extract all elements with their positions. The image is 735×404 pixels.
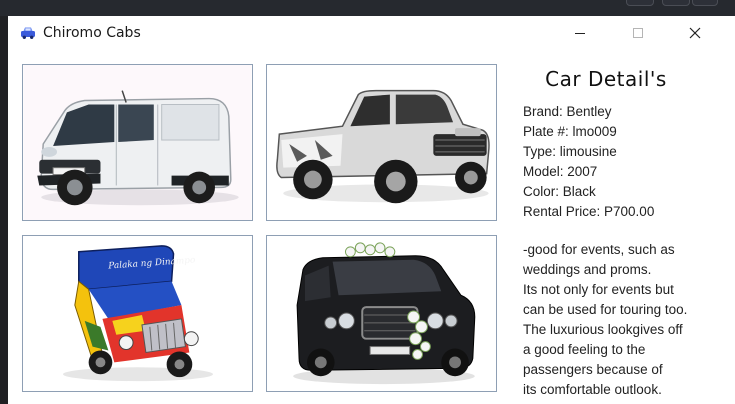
maximize-button[interactable] [615, 16, 661, 50]
pickup-truck-photo[interactable] [266, 64, 497, 221]
maximize-icon [633, 28, 643, 38]
jeepney-photo[interactable]: Palaka ng Dinampo [22, 235, 253, 392]
background-button [662, 0, 690, 6]
description-line: weddings and proms. [523, 262, 652, 277]
car-icon [20, 26, 36, 40]
description-line: a good feeling to the [523, 342, 646, 357]
description-line: its comfortable outlook. [523, 382, 662, 397]
limousine-icon [267, 236, 496, 391]
pickup-truck-icon [267, 65, 496, 220]
close-button[interactable] [672, 16, 718, 50]
color-label: Color: Black [523, 184, 596, 199]
background-button [692, 0, 718, 6]
description-line: The luxurious lookgives off [523, 322, 683, 337]
background-button [626, 0, 654, 6]
description-line: passengers because of [523, 362, 663, 377]
model-label: Model: 2007 [523, 164, 598, 179]
rental-price-label: Rental Price: P700.00 [523, 204, 655, 219]
window-title: Chiromo Cabs [43, 25, 141, 41]
details-title: Car Detail's [545, 67, 667, 91]
van-photo[interactable] [22, 64, 253, 221]
brand-label: Brand: Bentley [523, 104, 612, 119]
description-line: Its not only for events but [523, 282, 674, 297]
type-label: Type: limousine [523, 144, 617, 159]
jeepney-icon: Palaka ng Dinampo [23, 236, 252, 391]
app-window: Chiromo Cabs Palaka ng Dinampo Car Detai… [8, 16, 735, 404]
plate-label: Plate #: lmo009 [523, 124, 617, 139]
description-line: -good for events, such as [523, 242, 675, 257]
van-icon [23, 65, 252, 220]
background-window-strip [0, 0, 735, 16]
minimize-icon [575, 33, 585, 34]
limousine-photo[interactable] [266, 235, 497, 392]
minimize-button[interactable] [557, 16, 603, 50]
description-line: can be used for touring too. [523, 302, 688, 317]
close-icon [689, 27, 701, 39]
title-bar[interactable]: Chiromo Cabs [8, 16, 735, 50]
